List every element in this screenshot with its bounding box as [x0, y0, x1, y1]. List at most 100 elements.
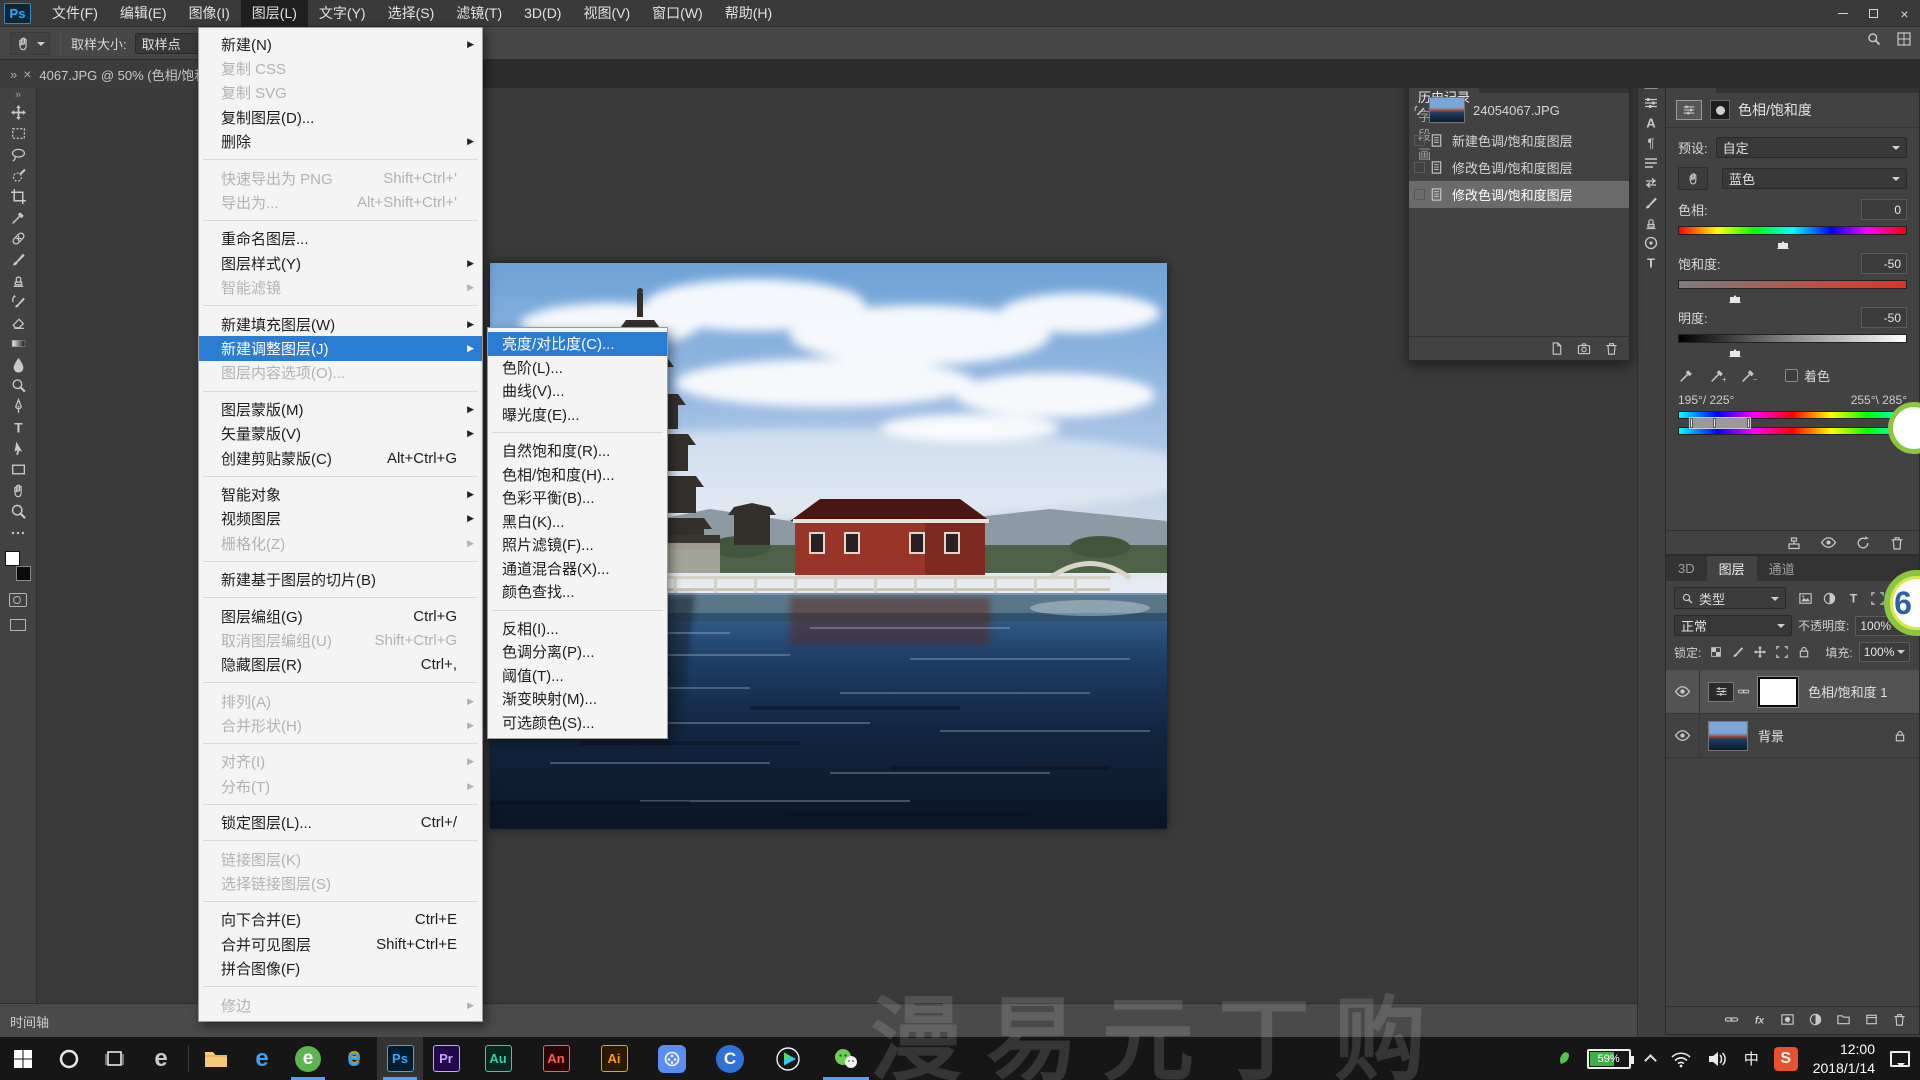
menu-item[interactable]: 分布(T) ▶	[199, 774, 482, 798]
submenu-item[interactable]: 色相/饱和度(H)...	[488, 463, 667, 487]
brush-tool[interactable]	[3, 249, 33, 270]
new-group-icon[interactable]	[1836, 1012, 1851, 1027]
submenu-item[interactable]: 自然饱和度(R)...	[488, 439, 667, 463]
taskbar-clock[interactable]: 12:00 2018/1/14	[1813, 1040, 1875, 1078]
menu-item[interactable]	[203, 597, 478, 598]
submenu-item[interactable]: 照片滤镜(F)...	[488, 533, 667, 557]
submenu-item[interactable]: 反相(I)...	[488, 617, 667, 641]
task-view-button[interactable]	[92, 1037, 138, 1080]
panel-icon-navigator[interactable]	[1640, 233, 1662, 253]
link-layers-icon[interactable]	[1724, 1012, 1739, 1027]
menu-item[interactable]: 栅格化(Z) ▶	[199, 531, 482, 555]
eyedropper-add-icon[interactable]: +	[1709, 367, 1726, 384]
browser-360-icon[interactable]: e	[285, 1037, 331, 1080]
lock-transparency-icon[interactable]	[1709, 645, 1723, 659]
menubar-item[interactable]: 编辑(E)	[109, 0, 178, 27]
menu-item[interactable]: 智能滤镜 ▶	[199, 276, 482, 300]
submenu-item[interactable]: 曲线(V)...	[488, 379, 667, 403]
color-swatches[interactable]	[5, 551, 31, 581]
submenu-item[interactable]: 阈值(T)...	[488, 664, 667, 688]
shape-tool[interactable]	[3, 459, 33, 480]
dodge-tool[interactable]	[3, 375, 33, 396]
video-editor-icon[interactable]	[643, 1037, 701, 1080]
menu-item[interactable]	[203, 159, 478, 160]
quick-select-tool[interactable]	[3, 165, 33, 186]
menu-item[interactable]: 创建剪贴蒙版(C) Alt+Ctrl+G	[199, 446, 482, 470]
layer-mask-thumbnail[interactable]	[1758, 677, 1798, 707]
lightness-value[interactable]: -50	[1861, 307, 1907, 328]
targeted-adjust-icon[interactable]	[1678, 167, 1708, 190]
ie-gray-icon[interactable]: e	[138, 1037, 184, 1080]
marquee-tool[interactable]	[3, 123, 33, 144]
wechat-icon[interactable]	[817, 1037, 875, 1080]
menu-item[interactable]	[203, 220, 478, 221]
menu-item[interactable]	[203, 901, 478, 902]
menu-item[interactable]	[203, 682, 478, 683]
add-mask-icon[interactable]	[1780, 1012, 1795, 1027]
fill-value[interactable]: 100%	[1859, 642, 1911, 662]
tab-channels[interactable]: 通道	[1757, 556, 1807, 581]
search-icon[interactable]	[1866, 31, 1882, 47]
menubar-item[interactable]: 视图(V)	[572, 0, 641, 27]
menu-item[interactable]: 导出为... Alt+Shift+Ctrl+'	[199, 190, 482, 214]
lightness-slider[interactable]	[1678, 332, 1907, 352]
panel-icon-clone-source[interactable]	[1640, 213, 1662, 233]
delete-state-icon[interactable]	[1604, 341, 1619, 356]
menu-item[interactable]: 复制 SVG	[199, 81, 482, 105]
menu-item[interactable]: 修边 ▶	[199, 993, 482, 1017]
filter-adjustment-layers-icon[interactable]	[1822, 591, 1837, 606]
eyedropper-icon[interactable]	[1678, 367, 1695, 384]
menubar-item[interactable]: 图层(L)	[241, 0, 308, 27]
menu-item[interactable]: 智能对象 ▶	[199, 482, 482, 506]
menu-item[interactable]	[203, 391, 478, 392]
media-app-icon[interactable]: C	[701, 1037, 759, 1080]
menubar-item[interactable]: 文字(Y)	[308, 0, 377, 27]
filter-type-layers-icon[interactable]	[1846, 591, 1861, 606]
colorize-checkbox[interactable]	[1785, 369, 1798, 382]
new-doc-from-state-icon[interactable]	[1549, 341, 1564, 356]
panel-icon-paragraph-styles[interactable]	[1640, 153, 1662, 173]
ime-indicator[interactable]: 中	[1744, 1048, 1759, 1069]
history-state-row[interactable]: 修改色调/饱和度图层	[1409, 181, 1629, 208]
volume-icon[interactable]	[1707, 1050, 1729, 1068]
saturation-slider[interactable]	[1678, 278, 1907, 298]
premiere-taskbar-icon[interactable]: Pr	[423, 1037, 469, 1080]
menubar-item[interactable]: 窗口(W)	[641, 0, 714, 27]
submenu-item[interactable]: 黑白(K)...	[488, 510, 667, 534]
hue-range-selector[interactable]	[1689, 417, 1751, 429]
menu-item[interactable]	[203, 476, 478, 477]
submenu-item[interactable]: 渐变映射(M)...	[488, 687, 667, 711]
menu-item[interactable]: 矢量蒙版(V) ▶	[199, 421, 482, 445]
edge-browser-icon[interactable]: e	[239, 1037, 285, 1080]
blur-tool[interactable]	[3, 354, 33, 375]
filter-shape-layers-icon[interactable]	[1870, 591, 1885, 606]
crop-tool[interactable]	[3, 186, 33, 207]
lock-position-icon[interactable]	[1753, 645, 1767, 659]
menu-item[interactable]: 删除 ▶	[199, 130, 482, 154]
menubar-item[interactable]: 滤镜(T)	[445, 0, 513, 27]
hue-slider[interactable]	[1678, 224, 1907, 244]
panel-icon-adjustments[interactable]	[1640, 93, 1662, 113]
move-tool[interactable]	[3, 102, 33, 123]
menu-item[interactable]: 图层编组(G) Ctrl+G	[199, 604, 482, 628]
menu-item[interactable]: 图层样式(Y) ▶	[199, 251, 482, 275]
pen-tool[interactable]	[3, 396, 33, 417]
menu-item[interactable]: 新建(N) ▶	[199, 32, 482, 56]
menubar-item[interactable]: 文件(F)	[41, 0, 109, 27]
lock-pixels-icon[interactable]	[1731, 645, 1745, 659]
gradient-tool[interactable]	[3, 333, 33, 354]
toolbar-overflow-icon[interactable]: »	[15, 90, 21, 102]
submenu-item[interactable]: 色阶(L)...	[488, 356, 667, 380]
new-adjustment-layer-icon[interactable]	[1808, 1012, 1823, 1027]
panel-icon-character[interactable]	[1640, 113, 1662, 133]
background-layer-thumbnail[interactable]	[1708, 721, 1748, 751]
tab-3d[interactable]: 3D	[1666, 556, 1707, 581]
menu-item[interactable]: 新建调整图层(J) ▶	[199, 336, 482, 360]
submenu-item[interactable]: 通道混合器(X)...	[488, 557, 667, 581]
menu-item[interactable]: 拼合图像(F)	[199, 957, 482, 981]
blend-mode-dropdown[interactable]: 正常	[1674, 615, 1792, 636]
menu-item[interactable]	[203, 305, 478, 306]
preset-dropdown[interactable]: 自定	[1716, 137, 1907, 158]
clone-stamp-tool[interactable]	[3, 270, 33, 291]
menu-item[interactable]: 新建填充图层(W) ▶	[199, 312, 482, 336]
